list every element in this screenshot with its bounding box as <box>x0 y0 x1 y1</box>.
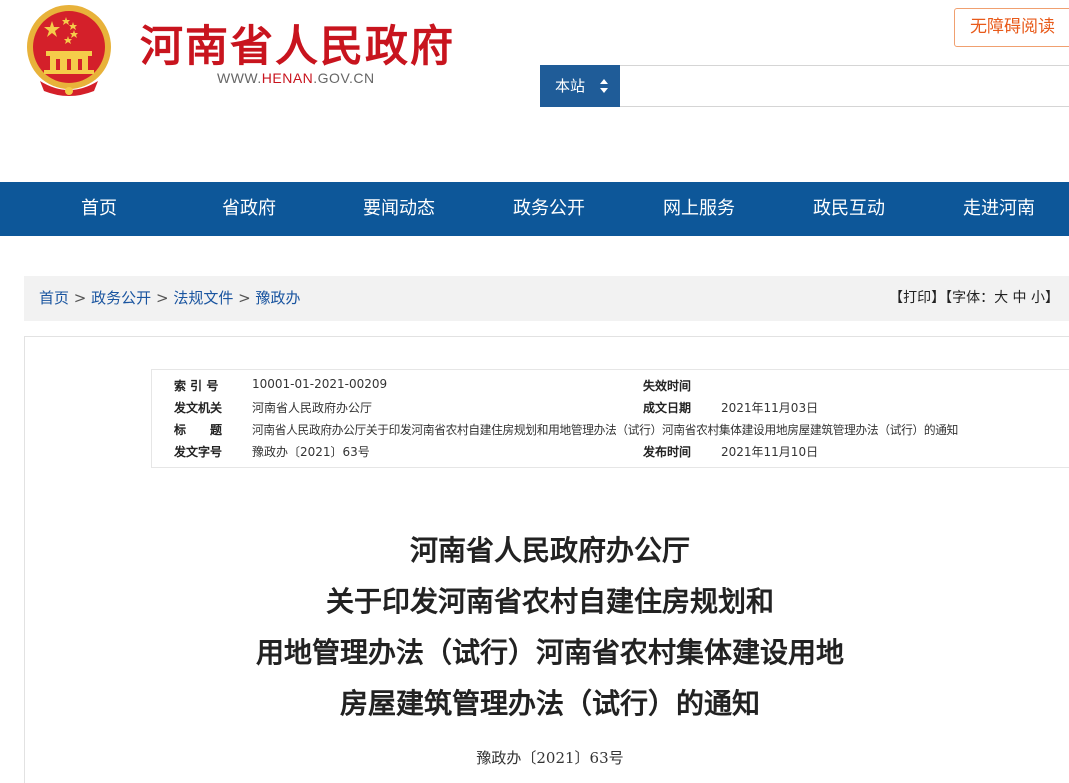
breadcrumb-separator: > <box>73 289 87 307</box>
search-scope-select[interactable]: 本站 <box>540 65 620 107</box>
breadcrumb-home[interactable]: 首页 <box>39 289 69 307</box>
meta-created-value: 2021年11月03日 <box>721 401 819 415</box>
document-meta-table: 索 引 号 10001-01-2021-00209 失效时间 发文机关 河南省人… <box>151 369 1069 468</box>
breadcrumb: 首页 > 政务公开 > 法规文件 > 豫政办 <box>39 276 300 321</box>
breadcrumb-regulations[interactable]: 法规文件 <box>173 289 233 307</box>
font-size-suffix: 】 <box>1045 290 1059 306</box>
document-title-line: 关于印发河南省农村自建住房规划和 <box>325 585 774 618</box>
meta-title-value: 河南省人民政府办公厅关于印发河南省农村自建住房规划和用地管理办法（试行）河南省农… <box>252 423 959 437</box>
main-nav: 首页 省政府 要闻动态 政务公开 网上服务 政民互动 走进河南 <box>0 182 1069 236</box>
article-content: 索 引 号 10001-01-2021-00209 失效时间 发文机关 河南省人… <box>24 336 1069 783</box>
breadcrumb-yuzhengban[interactable]: 豫政办 <box>255 289 300 307</box>
site-url-prefix: WWW. <box>217 70 262 86</box>
print-button[interactable]: 【打印】 <box>889 290 945 306</box>
document-title-line: 用地管理办法（试行）河南省农村集体建设用地 <box>255 636 844 669</box>
font-size-large-button[interactable]: 大 <box>994 290 1008 306</box>
nav-item-interaction[interactable]: 政民互动 <box>774 182 924 236</box>
meta-docno-label: 发文字号 <box>174 445 223 459</box>
meta-created-label: 成文日期 <box>643 401 692 415</box>
meta-published-value: 2021年11月10日 <box>721 445 819 459</box>
meta-index-label: 索 引 号 <box>174 379 219 393</box>
site-header: 河南省人民政府 WWW.HENAN.GOV.CN 无障碍阅读 本站 <box>0 0 1069 182</box>
search-input[interactable] <box>620 65 1069 107</box>
site-url-suffix: .GOV.CN <box>313 70 375 86</box>
meta-issuer-value: 河南省人民政府办公厅 <box>252 401 373 415</box>
meta-issuer-label: 发文机关 <box>174 401 223 415</box>
nav-item-province-gov[interactable]: 省政府 <box>174 182 324 236</box>
breadcrumb-separator: > <box>155 289 169 307</box>
meta-published-label: 发布时间 <box>643 445 692 459</box>
search-scope-label: 本站 <box>555 77 586 95</box>
nav-item-online-services[interactable]: 网上服务 <box>624 182 774 236</box>
nav-item-about-henan[interactable]: 走进河南 <box>924 182 1069 236</box>
breadcrumb-separator: > <box>238 289 251 307</box>
national-emblem-icon <box>27 5 111 96</box>
meta-title-label: 标 题 <box>174 423 223 437</box>
meta-docno-value: 豫政办〔2021〕63号 <box>252 445 370 459</box>
nav-item-home[interactable]: 首页 <box>24 182 174 236</box>
breadcrumb-bar: 首页 > 政务公开 > 法规文件 > 豫政办 【打印】【字体：大 中 小】 <box>24 276 1069 321</box>
document-title-line: 房屋建筑管理办法（试行）的通知 <box>339 687 760 720</box>
document-title-line: 河南省人民政府办公厅 <box>409 534 690 567</box>
font-size-small-button[interactable]: 小 <box>1031 290 1045 306</box>
accessibility-button[interactable]: 无障碍阅读 <box>954 8 1069 47</box>
sort-arrows-icon <box>600 79 608 93</box>
site-title[interactable]: 河南省人民政府 <box>140 12 455 74</box>
nav-item-gov-affairs[interactable]: 政务公开 <box>474 182 624 236</box>
meta-index-value: 10001-01-2021-00209 <box>252 377 388 391</box>
font-size-medium-button[interactable]: 中 <box>1013 290 1027 306</box>
document-number: 豫政办〔2021〕63号 <box>476 749 624 767</box>
nav-item-news[interactable]: 要闻动态 <box>324 182 474 236</box>
search-bar: 本站 <box>540 65 1069 107</box>
site-url: WWW.HENAN.GOV.CN <box>217 70 375 86</box>
meta-expire-label: 失效时间 <box>643 379 692 393</box>
breadcrumb-gov-affairs[interactable]: 政务公开 <box>91 289 151 307</box>
font-size-prefix: 【字体： <box>945 290 995 306</box>
page-tools: 【打印】【字体：大 中 小】 <box>889 276 1059 321</box>
site-url-brand: HENAN <box>261 70 314 86</box>
